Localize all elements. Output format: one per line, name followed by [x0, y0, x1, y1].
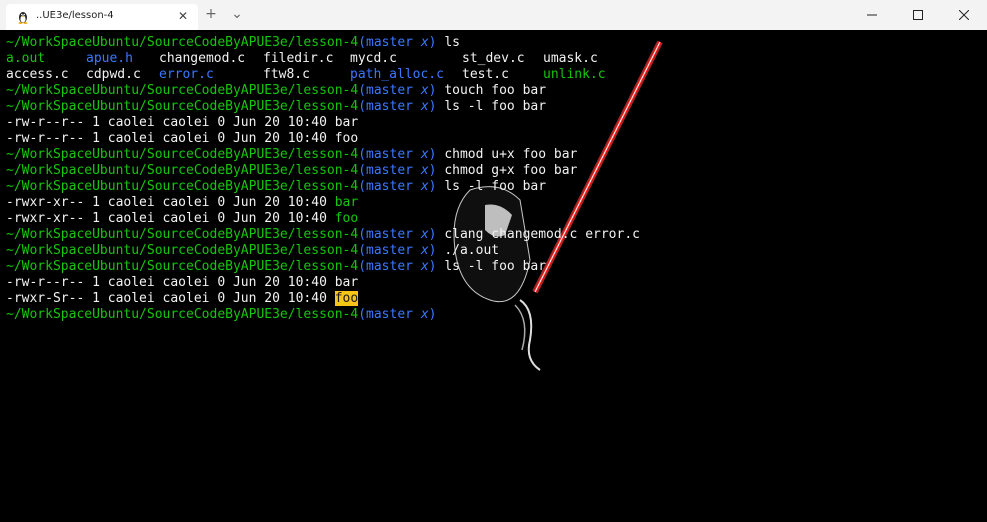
minimize-icon — [867, 14, 877, 16]
command-text: touch foo bar — [444, 83, 547, 98]
file-entry: bar — [334, 115, 359, 130]
file-entry: error.c — [159, 67, 214, 82]
file-entry: umask.c — [543, 51, 598, 66]
command-text: ls — [444, 35, 460, 50]
file-entry: path_alloc.c — [350, 67, 444, 82]
prompt-line: ~/WorkSpaceUbuntu/SourceCodeByAPUE3e/les… — [6, 259, 547, 274]
file-entry: bar — [334, 195, 359, 210]
minimize-button[interactable] — [849, 0, 895, 30]
ls-output-row: access.c cdpwd.c error.c ftw8.c path_all… — [6, 67, 640, 83]
prompt-line: ~/WorkSpaceUbuntu/SourceCodeByAPUE3e/les… — [6, 243, 500, 258]
command-text: ls -l foo bar — [444, 179, 547, 194]
command-text: ls -l foo bar — [444, 99, 547, 114]
output-line: -rw-r--r-- 1 caolei caolei 0 Jun 20 10:4… — [6, 131, 359, 146]
command-text: ./a.out — [444, 243, 500, 258]
prompt-path: ~/WorkSpaceUbuntu/SourceCodeByAPUE3e/les… — [6, 35, 359, 50]
maximize-button[interactable] — [895, 0, 941, 30]
prompt-line: ~/WorkSpaceUbuntu/SourceCodeByAPUE3e/les… — [6, 147, 578, 162]
file-entry: foo — [334, 211, 359, 226]
maximize-icon — [913, 10, 923, 20]
file-entry: access.c — [6, 67, 69, 82]
output-line: -rwxr-xr-- 1 caolei caolei 0 Jun 20 10:4… — [6, 211, 359, 226]
file-entry: cdpwd.c — [86, 67, 141, 82]
close-icon — [959, 10, 969, 20]
prompt-line: ~/WorkSpaceUbuntu/SourceCodeByAPUE3e/les… — [6, 227, 640, 242]
file-entry: test.c — [462, 67, 509, 82]
file-entry: st_dev.c — [462, 51, 525, 66]
command-text: ls -l foo bar — [444, 259, 547, 274]
title-bar: ..UE3e/lesson-4 ✕ + ⌄ — [0, 0, 987, 30]
prompt-line: ~/WorkSpaceUbuntu/SourceCodeByAPUE3e/les… — [6, 83, 547, 98]
prompt-line: ~/WorkSpaceUbuntu/SourceCodeByAPUE3e/les… — [6, 179, 547, 194]
file-entry: unlink.c — [543, 67, 606, 82]
file-entry: changemod.c — [159, 51, 246, 66]
prompt-line: ~/WorkSpaceUbuntu/SourceCodeByAPUE3e/les… — [6, 35, 460, 50]
terminal-output[interactable]: ~/WorkSpaceUbuntu/SourceCodeByAPUE3e/les… — [0, 30, 987, 522]
highlighted-file-entry: foo — [334, 291, 359, 306]
file-entry: ftw8.c — [263, 67, 310, 82]
command-text: chmod g+x foo bar — [444, 163, 578, 178]
close-window-button[interactable] — [941, 0, 987, 30]
prompt-line: ~/WorkSpaceUbuntu/SourceCodeByAPUE3e/les… — [6, 163, 578, 178]
file-entry: mycd.c — [350, 51, 397, 66]
output-line: -rwxr-xr-- 1 caolei caolei 0 Jun 20 10:4… — [6, 195, 359, 210]
output-line: -rw-r--r-- 1 caolei caolei 0 Jun 20 10:4… — [6, 115, 359, 130]
terminal-lines: ~/WorkSpaceUbuntu/SourceCodeByAPUE3e/les… — [6, 35, 640, 323]
command-text: clang changemod.c error.c — [444, 227, 640, 242]
output-line: -rw-r--r-- 1 caolei caolei 0 Jun 20 10:4… — [6, 275, 359, 290]
file-entry: foo — [334, 131, 359, 146]
command-text: chmod u+x foo bar — [444, 147, 578, 162]
output-line: -rwxr-Sr-- 1 caolei caolei 0 Jun 20 10:4… — [6, 291, 359, 306]
close-tab-icon[interactable]: ✕ — [176, 9, 190, 23]
tab-dropdown-button[interactable]: ⌄ — [229, 6, 245, 22]
prompt-line: ~/WorkSpaceUbuntu/SourceCodeByAPUE3e/les… — [6, 99, 547, 114]
ls-output-row: a.out apue.h changemod.c filedir.c mycd.… — [6, 51, 640, 67]
tab-title: ..UE3e/lesson-4 — [36, 10, 114, 21]
file-entry: filedir.c — [263, 51, 334, 66]
file-entry: a.out — [6, 51, 46, 66]
new-tab-button[interactable]: + — [203, 6, 219, 22]
file-entry: apue.h — [86, 51, 133, 66]
file-entry: bar — [334, 275, 359, 290]
terminal-tab[interactable]: ..UE3e/lesson-4 ✕ — [6, 4, 198, 30]
prompt-line: ~/WorkSpaceUbuntu/SourceCodeByAPUE3e/les… — [6, 307, 437, 322]
linux-penguin-icon — [18, 12, 28, 24]
